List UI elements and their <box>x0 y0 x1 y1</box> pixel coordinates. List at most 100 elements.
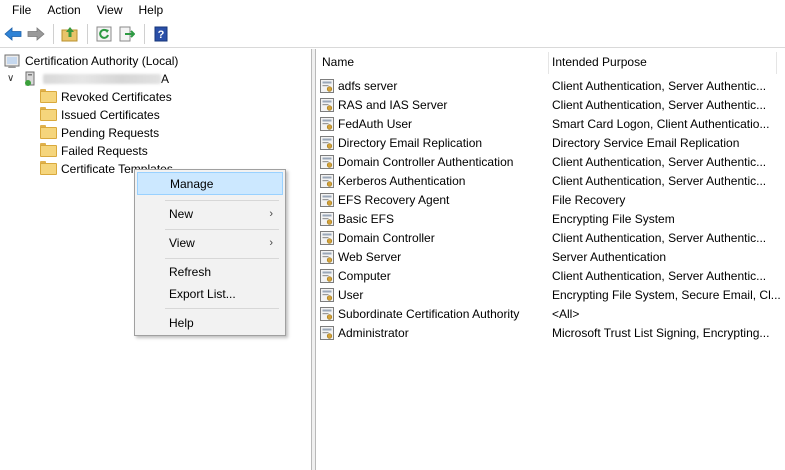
certificate-template-icon <box>320 268 334 283</box>
menu-help[interactable]: Help <box>131 0 172 20</box>
certificate-template-icon <box>320 135 334 150</box>
back-button[interactable] <box>2 23 24 45</box>
menu-separator <box>165 229 279 230</box>
row-purpose-cell: Encrypting File System <box>552 209 780 228</box>
export-button[interactable] <box>116 23 138 45</box>
ca-server-icon <box>25 71 35 86</box>
template-purpose: Client Authentication, Server Authentic.… <box>552 268 767 283</box>
certificate-template-icon <box>320 249 334 264</box>
forward-button[interactable] <box>25 23 47 45</box>
context-item-help[interactable]: Help <box>137 311 283 334</box>
row-name-cell: adfs server <box>320 76 397 95</box>
template-purpose: Client Authentication, Server Authentic.… <box>552 230 767 245</box>
template-name: Domain Controller Authentication <box>338 154 514 169</box>
menu-file[interactable]: File <box>4 0 39 20</box>
column-header-purpose[interactable]: Intended Purpose <box>552 49 780 75</box>
folder-icon <box>40 161 57 177</box>
template-purpose: Client Authentication, Server Authentic.… <box>552 154 767 169</box>
template-name: Subordinate Certification Authority <box>338 306 520 321</box>
context-item-refresh[interactable]: Refresh <box>137 260 283 283</box>
row-purpose-cell: Directory Service Email Replication <box>552 133 780 152</box>
menu-separator <box>165 308 279 309</box>
certificate-template-icon <box>320 173 334 188</box>
help-book-icon: ? <box>154 26 168 41</box>
template-purpose: <All> <box>552 306 580 321</box>
row-name-cell: Computer <box>320 266 391 285</box>
context-item-label: Manage <box>170 176 214 191</box>
help-button[interactable]: ? <box>150 23 172 45</box>
template-purpose: Client Authentication, Server Authentic.… <box>552 78 767 93</box>
tree-node-failed[interactable]: Failed Requests <box>40 142 148 160</box>
ca-name-redacted <box>43 74 161 84</box>
ca-name-suffix: A <box>161 72 170 86</box>
chevron-down-icon[interactable]: ∨ <box>7 73 14 84</box>
folder-icon <box>40 125 57 141</box>
row-purpose-cell: Smart Card Logon, Client Authenticatio..… <box>552 114 780 133</box>
table-row[interactable]: Domain Controller Client Authentication, … <box>316 228 785 247</box>
table-row[interactable]: Kerberos Authentication Client Authentica… <box>316 171 785 190</box>
menu-separator <box>165 258 279 259</box>
row-purpose-cell: <All> <box>552 304 780 323</box>
menu-separator <box>165 200 279 201</box>
forward-arrow-icon <box>27 26 45 41</box>
table-row[interactable]: Basic EFS Encrypting File System <box>316 209 785 228</box>
table-row[interactable]: EFS Recovery Agent File Recovery <box>316 190 785 209</box>
row-name-cell: EFS Recovery Agent <box>320 190 449 209</box>
tree-node-pending[interactable]: Pending Requests <box>40 124 159 142</box>
table-row[interactable]: User Encrypting File System, Secure Email… <box>316 285 785 304</box>
context-item-export-list[interactable]: Export List... <box>137 282 283 305</box>
row-purpose-cell: Encrypting File System, Secure Email, Cl… <box>552 285 780 304</box>
up-folder-icon <box>61 26 78 41</box>
tree-label: Failed Requests <box>61 144 148 158</box>
context-item-label: Help <box>169 315 194 330</box>
certificate-template-icon <box>320 192 334 207</box>
svg-text:?: ? <box>158 29 165 41</box>
menu-action[interactable]: Action <box>39 0 88 20</box>
table-row[interactable]: Administrator Microsoft Trust List Signin… <box>316 323 785 342</box>
context-item-label: Export List... <box>169 286 236 301</box>
row-purpose-cell: Client Authentication, Server Authentic.… <box>552 95 780 114</box>
table-row[interactable]: Domain Controller Authentication Client A… <box>316 152 785 171</box>
table-row[interactable]: Computer Client Authentication, Server Au… <box>316 266 785 285</box>
table-row[interactable]: Web Server Server Authentication <box>316 247 785 266</box>
certificate-template-icon <box>320 78 334 93</box>
tree-node-revoked[interactable]: Revoked Certificates <box>40 88 172 106</box>
tree-label: Issued Certificates <box>61 108 160 122</box>
template-purpose: Encrypting File System <box>552 211 675 226</box>
column-header-name[interactable]: Name <box>322 49 548 75</box>
export-icon <box>119 26 135 41</box>
tree-node-issued[interactable]: Issued Certificates <box>40 106 160 124</box>
table-row[interactable]: Subordinate Certification Authority <All> <box>316 304 785 323</box>
up-button[interactable] <box>59 23 81 45</box>
template-purpose: Server Authentication <box>552 249 667 264</box>
tree-node-root[interactable]: Certification Authority (Local) <box>4 52 178 70</box>
tree-node-ca[interactable]: A <box>22 70 169 88</box>
column-divider[interactable] <box>548 52 549 74</box>
column-divider[interactable] <box>776 52 777 74</box>
chevron-right-icon: › <box>269 207 273 220</box>
table-row[interactable]: Directory Email Replication Directory Ser… <box>316 133 785 152</box>
template-name: RAS and IAS Server <box>338 97 448 112</box>
table-row[interactable]: adfs server Client Authentication, Server… <box>316 76 785 95</box>
toolbar-separator <box>144 23 145 44</box>
table-row[interactable]: RAS and IAS Server Client Authentication,… <box>316 95 785 114</box>
context-item-label: View <box>169 235 195 250</box>
context-item-new[interactable]: New › <box>137 202 283 225</box>
menu-view[interactable]: View <box>89 0 131 20</box>
table-row[interactable]: FedAuth User Smart Card Logon, Client Aut… <box>316 114 785 133</box>
context-item-view[interactable]: View › <box>137 231 283 254</box>
row-name-cell: Web Server <box>320 247 401 266</box>
column-header-label: Intended Purpose <box>552 55 647 69</box>
certificate-template-icon <box>320 230 334 245</box>
row-name-cell: Domain Controller Authentication <box>320 152 513 171</box>
certificate-template-icon <box>320 211 334 226</box>
toolbar-separator <box>53 23 54 44</box>
context-item-manage[interactable]: Manage <box>137 172 283 195</box>
refresh-button[interactable] <box>93 23 115 45</box>
back-arrow-icon <box>4 26 22 41</box>
row-name-cell: Administrator <box>320 323 409 342</box>
certificate-template-icon <box>320 154 334 169</box>
row-purpose-cell: Server Authentication <box>552 247 780 266</box>
row-purpose-cell: Client Authentication, Server Authentic.… <box>552 171 780 190</box>
folder-icon <box>40 143 57 159</box>
